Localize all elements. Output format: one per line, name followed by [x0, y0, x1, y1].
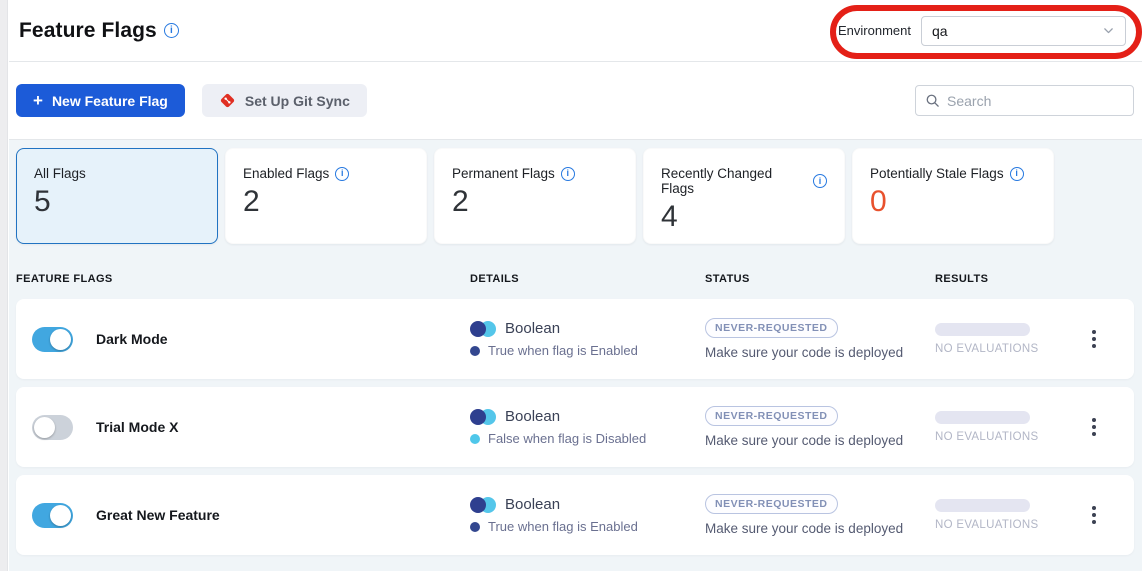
table-header: FEATURE FLAGS DETAILS STATUS RESULTS [16, 244, 1134, 299]
stat-card-enabled-flags[interactable]: Enabled Flags i 2 [225, 148, 427, 244]
stat-label: Potentially Stale Flags [870, 166, 1004, 181]
stat-card-all-flags[interactable]: All Flags 5 [16, 148, 218, 244]
stat-card-permanent-flags[interactable]: Permanent Flags i 2 [434, 148, 636, 244]
table-row[interactable]: Dark Mode Boolean True when flag is Enab… [16, 299, 1134, 379]
flag-toggle[interactable] [32, 503, 73, 528]
info-icon[interactable]: i [335, 167, 349, 181]
info-icon[interactable]: i [813, 174, 827, 188]
row-menu-kebab-icon[interactable] [1088, 326, 1100, 352]
chevron-down-icon [1102, 24, 1115, 37]
page-title: Feature Flags [19, 19, 157, 43]
sidebar-edge [0, 0, 8, 571]
environment-select[interactable]: qa [921, 16, 1126, 46]
stat-value: 0 [870, 185, 1036, 219]
search-icon [925, 93, 940, 108]
search-box[interactable] [915, 85, 1134, 116]
column-header-details: DETAILS [470, 273, 705, 285]
status-badge: NEVER-REQUESTED [705, 406, 838, 426]
status-badge: NEVER-REQUESTED [705, 318, 838, 338]
row-menu-kebab-icon[interactable] [1088, 414, 1100, 440]
page-header: Feature Flags i Environment qa [9, 0, 1142, 62]
results-text: NO EVALUATIONS [935, 343, 1134, 355]
stat-label: All Flags [34, 166, 86, 181]
environment-value: qa [932, 23, 948, 39]
stats-cards: All Flags 5 Enabled Flags i 2 Permanent … [16, 148, 1134, 244]
status-text: Make sure your code is deployed [705, 345, 903, 360]
stat-card-potentially-stale-flags[interactable]: Potentially Stale Flags i 0 [852, 148, 1054, 244]
results-bar [935, 499, 1030, 512]
column-header-results: RESULTS [935, 273, 1134, 285]
default-value-text: True when flag is Enabled [488, 343, 638, 358]
boolean-type-icon [470, 321, 496, 337]
column-header-status: STATUS [705, 273, 935, 285]
new-feature-flag-button[interactable]: + New Feature Flag [16, 84, 185, 117]
status-text: Make sure your code is deployed [705, 433, 903, 448]
results-text: NO EVALUATIONS [935, 519, 1134, 531]
flag-type: Boolean [505, 408, 560, 425]
table-row[interactable]: Trial Mode X Boolean False when flag is … [16, 387, 1134, 467]
stat-value: 5 [34, 185, 200, 219]
results-bar [935, 411, 1030, 424]
boolean-type-icon [470, 497, 496, 513]
stat-label: Enabled Flags [243, 166, 329, 181]
flag-toggle[interactable] [32, 327, 73, 352]
default-value-text: False when flag is Disabled [488, 431, 646, 446]
stat-value: 2 [452, 185, 618, 219]
results-bar [935, 323, 1030, 336]
git-icon [219, 92, 236, 109]
column-header-feature-flags: FEATURE FLAGS [16, 273, 470, 285]
flag-name[interactable]: Dark Mode [96, 331, 168, 347]
info-icon[interactable]: i [1010, 167, 1024, 181]
row-menu-kebab-icon[interactable] [1088, 502, 1100, 528]
search-input[interactable] [947, 93, 1124, 109]
content-area: All Flags 5 Enabled Flags i 2 Permanent … [9, 140, 1142, 571]
toolbar: + New Feature Flag Set Up Git Sync [9, 62, 1142, 140]
stat-value: 2 [243, 185, 409, 219]
value-dot-icon [470, 522, 480, 532]
status-text: Make sure your code is deployed [705, 521, 903, 536]
flag-name[interactable]: Great New Feature [96, 507, 220, 523]
flag-toggle[interactable] [32, 415, 73, 440]
table-row[interactable]: Great New Feature Boolean True when flag… [16, 475, 1134, 555]
stat-label: Recently Changed Flags [661, 166, 807, 196]
feature-flags-page: Feature Flags i Environment qa + New Fea… [9, 0, 1142, 571]
stat-label: Permanent Flags [452, 166, 555, 181]
default-value-text: True when flag is Enabled [488, 519, 638, 534]
environment-label: Environment [838, 23, 911, 38]
flag-name[interactable]: Trial Mode X [96, 419, 178, 435]
value-dot-icon [470, 346, 480, 356]
setup-git-sync-button[interactable]: Set Up Git Sync [202, 84, 367, 117]
title-info-icon[interactable]: i [164, 23, 179, 38]
stat-value: 4 [661, 200, 827, 234]
value-dot-icon [470, 434, 480, 444]
stat-card-recently-changed-flags[interactable]: Recently Changed Flags i 4 [643, 148, 845, 244]
results-text: NO EVALUATIONS [935, 431, 1134, 443]
plus-icon: + [33, 92, 43, 109]
boolean-type-icon [470, 409, 496, 425]
status-badge: NEVER-REQUESTED [705, 494, 838, 514]
info-icon[interactable]: i [561, 167, 575, 181]
flag-type: Boolean [505, 496, 560, 513]
flag-type: Boolean [505, 320, 560, 337]
